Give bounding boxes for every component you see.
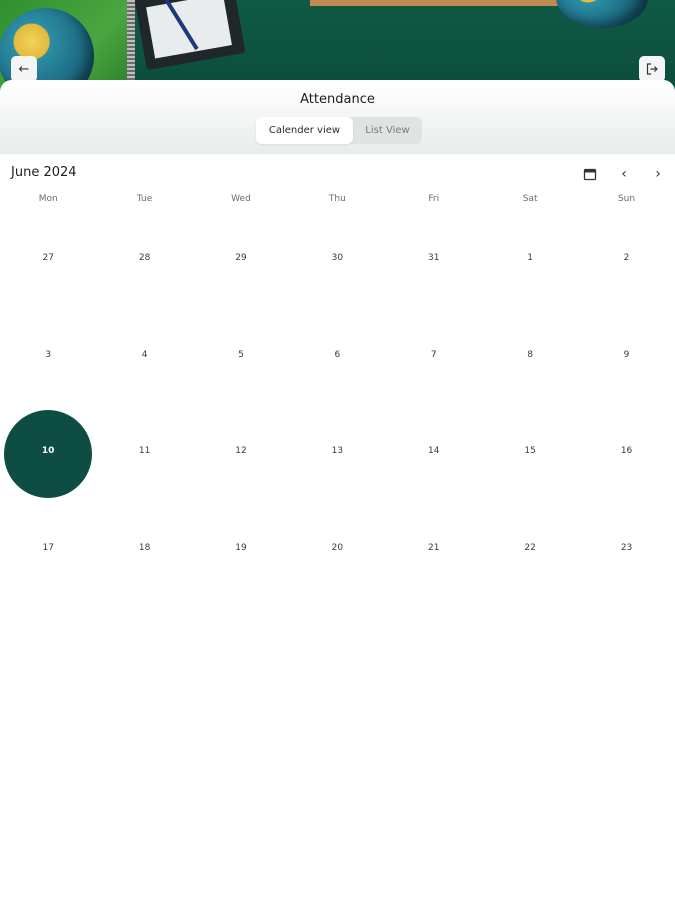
weekday-label: Sat	[522, 194, 538, 204]
calendar-week: 3 4 5 6 7 8 9	[0, 311, 675, 408]
calendar-grid: 27 28 29 30 31 1 2 3 4 5 6 7 8 9 10 11 1…	[0, 214, 675, 600]
calendar-week: 17 18 19 20 21 22 23	[0, 504, 675, 601]
day-number: 3	[45, 349, 52, 360]
day-number: 15	[524, 446, 536, 456]
calendar-day[interactable]: 27	[0, 214, 96, 311]
weekday-label: Fri	[428, 194, 440, 204]
ruler-image	[310, 0, 560, 6]
logout-button[interactable]	[639, 56, 665, 82]
calendar-day[interactable]: 16	[578, 407, 674, 504]
notebook-spiral	[127, 0, 135, 80]
calendar-day[interactable]: 5	[193, 311, 289, 408]
logout-icon	[646, 63, 658, 75]
calendar-day[interactable]: 7	[386, 311, 482, 408]
day-number: 11	[138, 446, 151, 456]
day-number: 5	[238, 349, 244, 360]
sheet-header: Attendance Calender view List View	[0, 80, 675, 154]
calendar-day[interactable]: 18	[96, 504, 192, 601]
weekday-label: Mon	[38, 194, 58, 204]
attendance-sheet: Attendance Calender view List View June …	[0, 80, 675, 900]
calendar-day[interactable]: 15	[482, 407, 578, 504]
weekday-label: Thu	[328, 194, 346, 204]
view-toggle: Calender view List View	[256, 117, 422, 144]
day-number: 18	[138, 542, 151, 553]
calendar-day[interactable]: 28	[96, 214, 192, 311]
weekday-header: Mon Tue Wed Thu Fri Sat Sun	[0, 194, 675, 214]
calendar-day[interactable]: 22	[482, 504, 578, 601]
page-title: Attendance	[300, 92, 375, 107]
day-number: 21	[428, 542, 440, 553]
calendar-day[interactable]: 21	[386, 504, 482, 601]
calendar-day[interactable]: 8	[482, 311, 578, 408]
calendar-day[interactable]: 13	[289, 407, 385, 504]
calendar-day-selected[interactable]: 10	[0, 407, 96, 504]
calendar-day[interactable]: 30	[289, 214, 385, 311]
calendar-day[interactable]: 31	[386, 214, 482, 311]
day-number: 1	[527, 253, 534, 263]
calendar-day[interactable]: 9	[578, 311, 674, 408]
day-number: 4	[141, 349, 148, 360]
day-number: 27	[42, 253, 54, 263]
weekday-label: Sun	[617, 194, 636, 204]
tab-list-view[interactable]: List View	[353, 117, 422, 144]
day-number: 30	[331, 253, 344, 263]
calendar-day[interactable]: 3	[0, 311, 96, 408]
calendar-day[interactable]: 6	[289, 311, 385, 408]
calendar-week: 27 28 29 30 31 1 2	[0, 214, 675, 311]
weekday-label: Tue	[136, 194, 153, 204]
day-number: 22	[524, 542, 536, 553]
day-number: 29	[235, 253, 247, 263]
calendar-day[interactable]: 20	[289, 504, 385, 601]
day-number: 13	[331, 446, 344, 456]
day-number: 7	[430, 349, 437, 360]
calendar-day[interactable]: 1	[482, 214, 578, 311]
calendar-day[interactable]: 2	[578, 214, 674, 311]
day-number: 9	[623, 349, 630, 360]
day-number: 10	[41, 446, 55, 456]
day-number: 17	[42, 542, 54, 553]
month-title[interactable]: June 2024	[11, 165, 77, 180]
day-number: 8	[527, 349, 534, 360]
calendar-toolbar: June 2024 ‹ ›	[0, 154, 675, 194]
back-button[interactable]: ←	[11, 56, 37, 82]
calendar-icon[interactable]	[580, 164, 600, 184]
chevron-right-icon[interactable]: ›	[648, 164, 668, 184]
calendar-day[interactable]: 14	[386, 407, 482, 504]
calendar-day[interactable]: 23	[578, 504, 674, 601]
calendar-day[interactable]: 4	[96, 311, 192, 408]
day-number: 14	[428, 446, 440, 456]
day-number: 19	[235, 542, 247, 553]
arrow-left-icon: ←	[18, 61, 30, 77]
day-number: 6	[334, 349, 341, 360]
tab-calendar-view[interactable]: Calender view	[256, 117, 353, 144]
calendar-week: 10 11 12 13 14 15 16	[0, 407, 675, 504]
day-number: 28	[138, 253, 151, 263]
notepad-image	[134, 0, 246, 71]
day-number: 23	[620, 542, 633, 553]
calendar-day[interactable]: 19	[193, 504, 289, 601]
chevron-left-icon[interactable]: ‹	[614, 164, 634, 184]
globe-image-right	[556, 0, 648, 28]
day-number: 31	[428, 253, 440, 263]
calendar-day[interactable]: 11	[96, 407, 192, 504]
day-number: 16	[620, 446, 633, 456]
calendar-day[interactable]: 29	[193, 214, 289, 311]
calendar-day[interactable]: 17	[0, 504, 96, 601]
day-number: 2	[623, 253, 630, 263]
day-number: 20	[331, 542, 344, 553]
day-number: 12	[235, 446, 247, 456]
calendar-day[interactable]: 12	[193, 407, 289, 504]
weekday-label: Wed	[231, 194, 251, 204]
